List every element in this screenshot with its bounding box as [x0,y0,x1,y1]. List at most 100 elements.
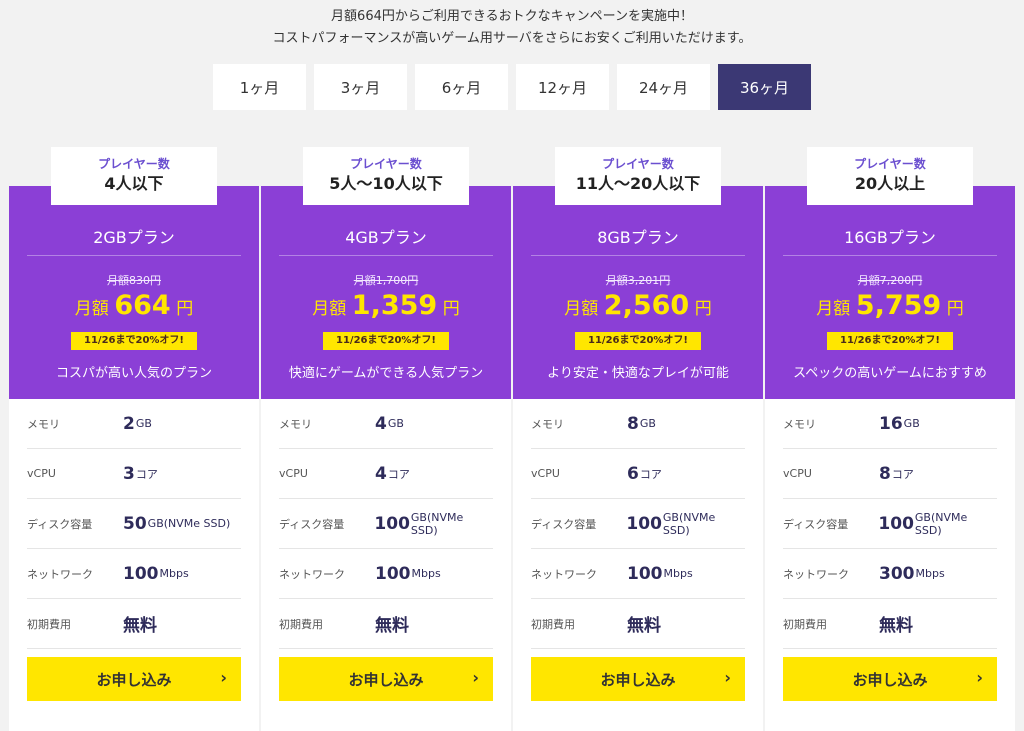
plan-header: 4GBプラン 月額1,700円 月額 1,359 円 11/26まで20%オフ!… [261,186,511,399]
plan-name: 4GBプラン [345,228,427,247]
player-count-badge: プレイヤー数 20人以上 [807,147,973,205]
price-amount: 664 [114,290,171,321]
spec-row-memory: メモリ 8 GB [531,399,745,449]
tab-12-months[interactable]: 12ヶ月 [516,64,609,110]
spec-label: 初期費用 [279,617,323,631]
spec-row-vcpu: vCPU 6 コア [531,449,745,499]
spec-row-vcpu: vCPU 4 コア [279,449,493,499]
spec-value: 無料 [627,616,661,636]
spec-label: 初期費用 [27,617,71,631]
spec-unit: コア [135,467,158,481]
spec-value: 16 [879,413,903,434]
current-price: 月額 5,759 円 [765,290,1015,321]
spec-value: 100 [374,513,410,534]
sale-badge: 11/26まで20%オフ! [827,332,953,350]
plan-description: コスパが高い人気のプラン [55,366,212,381]
plan-name: 2GBプラン [93,228,175,247]
plan-name: 8GBプラン [597,228,679,247]
apply-button-label: お申し込み [852,670,928,689]
spec-unit: コア [891,467,914,481]
spec-row-memory: メモリ 4 GB [279,399,493,449]
spec-value: 無料 [375,616,409,636]
plan-card-4gb: プレイヤー数 5人〜10人以下 4GBプラン 月額1,700円 月額 1,359… [261,147,511,731]
old-price: 月額3,201円 [605,274,671,287]
apply-button-label: お申し込み [600,670,676,689]
spec-value: 2 [123,413,135,434]
player-count-label: プレイヤー数 [98,157,170,171]
player-count-label: プレイヤー数 [854,157,926,171]
spec-value: 8 [627,413,639,434]
intro-line-2: コストパフォーマンスが高いゲーム用サーバをさらにお安くご利用いただけます。 [272,31,752,46]
spec-row-initial-fee: 初期費用 無料 [783,599,997,649]
spec-row-initial-fee: 初期費用 無料 [531,599,745,649]
spec-label: メモリ [783,417,816,431]
spec-row-memory: メモリ 2 GB [27,399,241,449]
spec-unit: コア [387,467,410,481]
spec-row-network: ネットワーク 300 Mbps [783,549,997,599]
apply-button[interactable]: お申し込み › [279,657,493,701]
plan-card-8gb: プレイヤー数 11人〜20人以下 8GBプラン 月額3,201円 月額 2,56… [513,147,763,731]
spec-value: 100 [123,563,159,584]
spec-unit: GB [135,417,152,430]
old-price: 月額830円 [107,274,161,287]
plan-specs: メモリ 8 GB vCPU 6 コア ディスク容量 100 GB(NVMe SSD) … [513,399,763,731]
chevron-right-icon: › [472,668,479,687]
tab-6-months[interactable]: 6ヶ月 [415,64,508,110]
spec-label: vCPU [27,467,56,480]
spec-value: 100 [626,513,662,534]
chevron-right-icon: › [976,668,983,687]
spec-label: ネットワーク [531,567,597,581]
chevron-right-icon: › [724,668,731,687]
spec-unit: GB(NVMe SSD) [914,510,968,537]
sale-badge: 11/26まで20%オフ! [575,332,701,350]
spec-unit: Mbps [411,567,441,580]
price-unit: 円 [946,299,964,319]
price-unit: 円 [442,299,460,319]
spec-row-vcpu: vCPU 3 コア [27,449,241,499]
spec-row-vcpu: vCPU 8 コア [783,449,997,499]
player-count-value: 11人〜20人以下 [575,174,701,193]
tab-1-month[interactable]: 1ヶ月 [213,64,306,110]
spec-value: 3 [123,463,135,484]
spec-row-disk: ディスク容量 100 GB(NVMe SSD) [279,499,493,549]
price-prefix: 月額 [816,299,851,319]
apply-button[interactable]: お申し込み › [531,657,745,701]
spec-unit: GB [639,417,656,430]
spec-value: 8 [879,463,891,484]
plan-divider [783,255,997,256]
apply-button[interactable]: お申し込み › [27,657,241,701]
tab-24-months[interactable]: 24ヶ月 [617,64,710,110]
plan-cards: プレイヤー数 4人以下 2GBプラン 月額830円 月額 664 円 11/26… [9,147,1015,731]
spec-label: 初期費用 [783,617,827,631]
chevron-right-icon: › [220,668,227,687]
campaign-intro: 月額664円からご利用できるおトクなキャンペーンを実施中！ コストパフォーマンス… [0,6,1024,50]
apply-button-label: お申し込み [96,670,172,689]
tab-3-months[interactable]: 3ヶ月 [314,64,407,110]
plan-specs: メモリ 2 GB vCPU 3 コア ディスク容量 50 GB(NVMe SSD) ネ… [9,399,259,731]
spec-label: メモリ [279,417,312,431]
spec-value: 100 [375,563,411,584]
spec-value: 50 [123,513,147,534]
apply-button-label: お申し込み [348,670,424,689]
spec-value: 4 [375,463,387,484]
price-prefix: 月額 [74,299,109,319]
sale-badge: 11/26まで20%オフ! [71,332,197,350]
plan-divider [531,255,745,256]
player-count-badge: プレイヤー数 5人〜10人以下 [303,147,469,205]
current-price: 月額 664 円 [9,290,259,321]
plan-description: より安定・快適なプレイが可能 [547,366,729,381]
plan-description: スペックの高いゲームにおすすめ [793,366,987,381]
plan-card-2gb: プレイヤー数 4人以下 2GBプラン 月額830円 月額 664 円 11/26… [9,147,259,731]
plan-divider [27,255,241,256]
apply-button[interactable]: お申し込み › [783,657,997,701]
price-amount: 1,359 [351,290,438,321]
plan-divider [279,255,493,256]
spec-row-disk: ディスク容量 100 GB(NVMe SSD) [783,499,997,549]
plan-specs: メモリ 4 GB vCPU 4 コア ディスク容量 100 GB(NVMe SSD) … [261,399,511,731]
tab-36-months[interactable]: 36ヶ月 [718,64,811,110]
plan-description: 快適にゲームができる人気プラン [288,366,484,381]
plan-header: 2GBプラン 月額830円 月額 664 円 11/26まで20%オフ! コスパ… [9,186,259,399]
spec-value: 100 [878,513,914,534]
spec-unit: GB [387,417,404,430]
spec-value: 100 [627,563,663,584]
